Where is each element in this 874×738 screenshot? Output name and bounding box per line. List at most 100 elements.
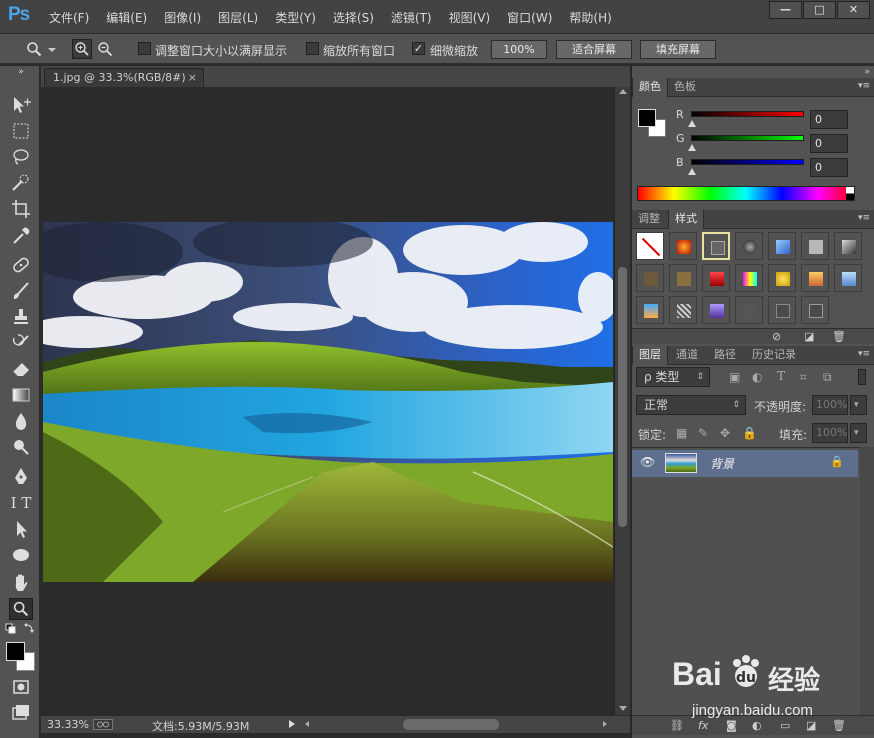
tab-adjustments[interactable]: 调整 xyxy=(632,210,666,229)
crop-tool-icon[interactable] xyxy=(9,198,33,220)
zoom-all-windows-checkbox[interactable] xyxy=(306,42,319,55)
quick-selection-tool-icon[interactable] xyxy=(9,172,33,194)
fill-dropdown-icon[interactable]: ▾ xyxy=(850,423,867,443)
style-swatch[interactable] xyxy=(735,232,763,260)
style-swatch[interactable] xyxy=(636,264,664,292)
tab-color[interactable]: 颜色 xyxy=(632,78,668,97)
status-share-icon[interactable] xyxy=(93,719,113,730)
style-swatch[interactable] xyxy=(669,232,697,260)
fill-screen-button[interactable]: 填充屏幕 xyxy=(640,40,716,59)
clone-stamp-tool-icon[interactable] xyxy=(9,306,33,328)
lasso-tool-icon[interactable] xyxy=(9,146,33,168)
clear-style-icon[interactable]: ⊘ xyxy=(772,330,781,343)
brush-tool-icon[interactable] xyxy=(9,280,33,302)
new-style-icon[interactable]: ◪ xyxy=(804,330,814,343)
menu-type[interactable]: 类型(Y) xyxy=(275,9,316,26)
quick-mask-icon[interactable] xyxy=(9,676,33,698)
pen-tool-icon[interactable] xyxy=(9,466,33,488)
tab-channels[interactable]: 通道 xyxy=(670,346,704,365)
panel-collapse-icon[interactable]: » xyxy=(864,67,870,77)
eyedropper-tool-icon[interactable] xyxy=(9,224,33,246)
green-value-input[interactable]: 0 xyxy=(810,134,848,153)
scroll-down-icon[interactable] xyxy=(619,706,627,711)
blue-value-input[interactable]: 0 xyxy=(810,158,848,177)
horizontal-scrollbar-thumb[interactable] xyxy=(403,719,499,730)
menu-filter[interactable]: 滤镜(T) xyxy=(391,9,432,26)
style-swatch[interactable] xyxy=(801,264,829,292)
green-slider-knob[interactable] xyxy=(688,144,696,151)
blur-tool-icon[interactable] xyxy=(9,410,33,432)
resize-windows-checkbox[interactable] xyxy=(138,42,151,55)
menu-select[interactable]: 选择(S) xyxy=(333,9,374,26)
history-brush-tool-icon[interactable] xyxy=(9,332,33,354)
menu-view[interactable]: 视图(V) xyxy=(449,9,491,26)
layer-filter-kind-select[interactable]: ρ 类型 ⇕ xyxy=(636,367,710,387)
healing-brush-tool-icon[interactable] xyxy=(9,254,33,276)
close-tab-icon[interactable]: × xyxy=(188,69,197,86)
menu-edit[interactable]: 编辑(E) xyxy=(106,9,147,26)
zoom-tool-active-icon[interactable] xyxy=(9,598,33,620)
tab-layers[interactable]: 图层 xyxy=(632,346,668,365)
hscroll-left-icon[interactable] xyxy=(305,721,309,727)
document-tab[interactable]: 1.jpg @ 33.3%(RGB/8#) × xyxy=(44,68,204,87)
tab-paths[interactable]: 路径 xyxy=(708,346,742,365)
style-swatch[interactable] xyxy=(768,296,796,324)
tab-styles[interactable]: 样式 xyxy=(668,210,704,229)
actual-pixels-button[interactable]: 100% xyxy=(491,40,547,59)
style-swatch[interactable] xyxy=(702,264,730,292)
style-swatch[interactable] xyxy=(834,232,862,260)
filter-shape-icon[interactable]: ⌗ xyxy=(800,370,807,385)
style-swatch[interactable] xyxy=(801,296,829,324)
lock-image-pixels-icon[interactable]: ✎ xyxy=(698,426,708,440)
tab-swatches[interactable]: 色板 xyxy=(668,78,702,97)
style-swatch[interactable] xyxy=(636,296,664,324)
style-swatch[interactable] xyxy=(735,296,763,324)
fill-input[interactable]: 100% xyxy=(812,423,848,443)
red-slider[interactable] xyxy=(691,111,804,117)
dodge-tool-icon[interactable] xyxy=(9,436,33,458)
zoom-out-icon[interactable] xyxy=(97,41,113,57)
filter-pixel-icon[interactable]: ▣ xyxy=(729,370,740,384)
layer-visibility-eye-icon[interactable]: 👁 xyxy=(640,455,655,469)
green-slider[interactable] xyxy=(691,135,804,141)
lock-all-icon[interactable]: 🔒 xyxy=(742,426,757,440)
restore-button[interactable]: □ xyxy=(803,1,836,19)
foreground-color-swatch[interactable] xyxy=(6,642,25,661)
menu-layer[interactable]: 图层(L) xyxy=(218,9,258,26)
move-tool-icon[interactable] xyxy=(9,94,33,116)
default-colors-icon[interactable] xyxy=(4,622,36,638)
menu-file[interactable]: 文件(F) xyxy=(49,9,89,26)
delete-style-icon[interactable]: 🗑 xyxy=(832,330,846,343)
opacity-input[interactable]: 100% xyxy=(812,395,848,415)
layers-scrollbar[interactable] xyxy=(860,447,874,715)
gradient-tool-icon[interactable] xyxy=(9,384,33,406)
layers-panel-menu-icon[interactable]: ▾≡ xyxy=(858,349,870,359)
hscroll-right-icon[interactable] xyxy=(603,721,607,727)
fit-screen-button[interactable]: 适合屏幕 xyxy=(556,40,632,59)
zoom-tool-icon[interactable] xyxy=(26,41,42,57)
lock-position-icon[interactable]: ✥ xyxy=(720,426,730,440)
menu-image[interactable]: 图像(I) xyxy=(164,9,201,26)
close-button[interactable]: ✕ xyxy=(837,1,870,19)
layer-row-background[interactable]: 👁 背景 🔒 xyxy=(632,450,858,477)
style-swatch[interactable] xyxy=(702,296,730,324)
type-tool-icon[interactable]: I T xyxy=(9,492,33,514)
tab-history[interactable]: 历史记录 xyxy=(746,346,802,365)
color-fg-swatch[interactable] xyxy=(638,109,656,127)
filter-type-icon[interactable]: T xyxy=(777,369,785,383)
blend-mode-select[interactable]: 正常 ⇕ xyxy=(636,395,746,415)
style-swatch[interactable] xyxy=(669,264,697,292)
marquee-tool-icon[interactable] xyxy=(9,120,33,142)
filter-toggle-switch[interactable] xyxy=(858,369,866,385)
eraser-tool-icon[interactable] xyxy=(9,358,33,380)
red-slider-knob[interactable] xyxy=(688,120,696,127)
color-spectrum-ramp[interactable] xyxy=(637,186,855,201)
scrubby-zoom-checkbox[interactable]: ✓ xyxy=(412,42,425,55)
vertical-scrollbar[interactable] xyxy=(614,87,630,715)
opacity-dropdown-icon[interactable]: ▾ xyxy=(850,395,867,415)
blue-slider[interactable] xyxy=(691,159,804,165)
menu-window[interactable]: 窗口(W) xyxy=(507,9,552,26)
style-swatch[interactable] xyxy=(801,232,829,260)
vertical-scrollbar-thumb[interactable] xyxy=(618,267,627,527)
lock-transparent-pixels-icon[interactable]: ▦ xyxy=(676,426,687,440)
